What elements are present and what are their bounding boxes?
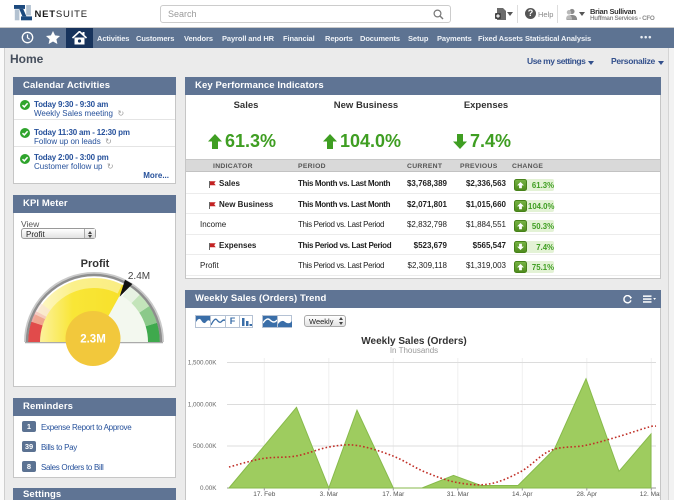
svg-text:17. Mar: 17. Mar — [382, 491, 405, 498]
svg-text:Profit: Profit — [81, 258, 110, 270]
svg-text:2.3M: 2.3M — [80, 334, 106, 346]
svg-text:3. Mar: 3. Mar — [320, 491, 339, 498]
svg-text:12. May: 12. May — [640, 491, 660, 498]
svg-text:31. Mar: 31. Mar — [447, 491, 470, 498]
svg-text:2.4M: 2.4M — [128, 271, 150, 282]
svg-text:In Thousands: In Thousands — [390, 346, 438, 355]
svg-text:1,500.00K: 1,500.00K — [188, 360, 218, 367]
svg-text:17. Feb: 17. Feb — [253, 491, 275, 498]
svg-text:28. Apr: 28. Apr — [576, 491, 597, 498]
svg-text:1,000.00K: 1,000.00K — [188, 402, 218, 409]
svg-text:0.00K: 0.00K — [200, 485, 217, 492]
svg-text:14. Apr: 14. Apr — [512, 491, 533, 498]
svg-text:500.00K: 500.00K — [193, 443, 217, 450]
